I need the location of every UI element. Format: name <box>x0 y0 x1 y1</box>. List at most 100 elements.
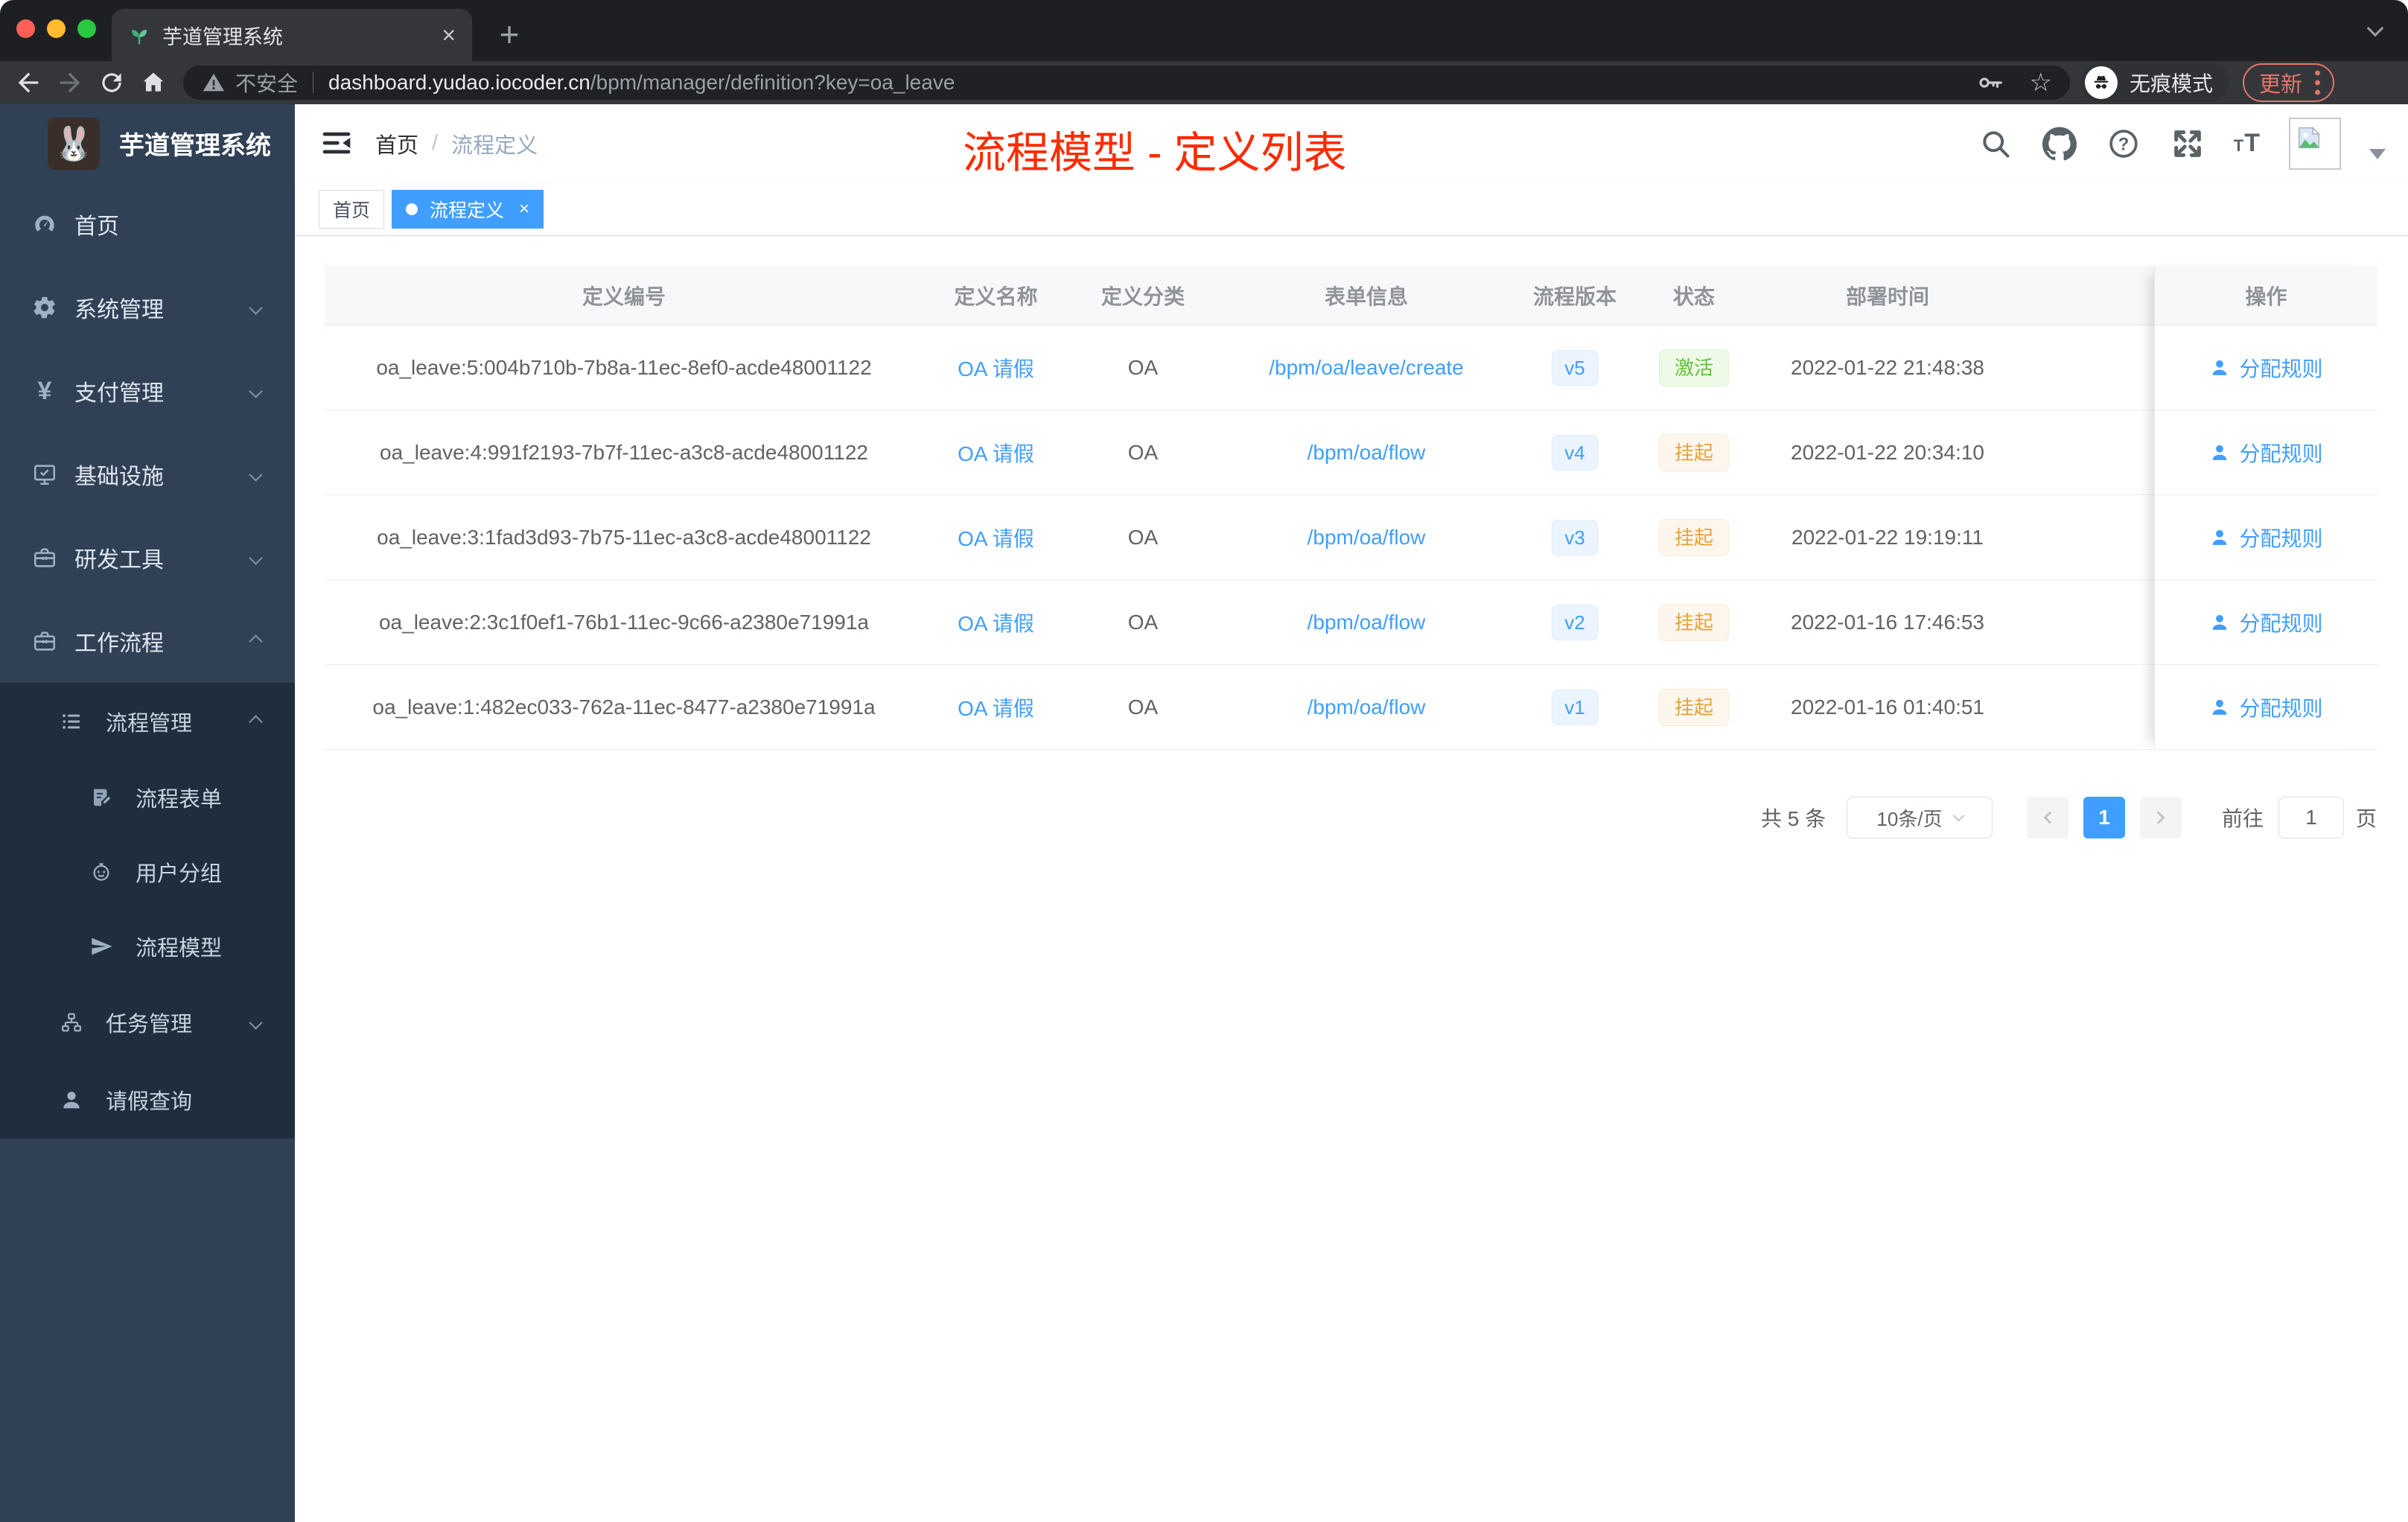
tab-close-icon[interactable]: × <box>442 23 456 47</box>
form-info-link[interactable]: /bpm/oa/flow <box>1307 611 1426 634</box>
assign-rule-button[interactable]: 分配规则 <box>2155 325 2377 410</box>
form-info-link[interactable]: /bpm/oa/flow <box>1307 441 1426 465</box>
app-logo[interactable]: 🐰 芋道管理系统 <box>0 104 295 182</box>
forward-icon[interactable] <box>49 62 91 104</box>
help-icon[interactable]: ? <box>2106 126 2141 162</box>
cell-version: v5 <box>1515 325 1634 410</box>
browser-tab[interactable]: 芋道管理系统 × <box>112 9 472 61</box>
status-badge[interactable]: 挂起 <box>1658 603 1729 641</box>
github-icon[interactable] <box>2042 126 2077 162</box>
sidebar-item-8[interactable]: 用户分组 <box>0 835 295 909</box>
fullscreen-icon[interactable] <box>2170 126 2205 162</box>
incognito-label: 无痕模式 <box>2130 72 2214 95</box>
user-icon <box>57 1088 86 1112</box>
tag-home[interactable]: 首页 <box>319 190 385 229</box>
close-window-icon[interactable] <box>16 19 35 38</box>
maximize-window-icon[interactable] <box>77 19 96 38</box>
assign-rule-label: 分配规则 <box>2239 696 2323 720</box>
cell-filler <box>2022 580 2154 664</box>
reload-icon[interactable] <box>91 62 133 104</box>
assign-rule-label: 分配规则 <box>2239 526 2323 550</box>
sidebar: 🐰 芋道管理系统 首页系统管理 ¥ 支付管理 基础设施 研发工具 工作流程 流程管理 流程表单… <box>0 104 295 1522</box>
kebab-menu-icon[interactable] <box>2314 69 2321 96</box>
cell-status: 激活 <box>1634 325 1754 410</box>
assign-rule-button[interactable]: 分配规则 <box>2155 495 2377 580</box>
cell-category: OA <box>1127 355 1159 379</box>
key-icon[interactable] <box>1976 69 2004 97</box>
table-row: oa_leave:2:3c1f0ef1-76b1-11ec-9c66-a2380… <box>325 580 2377 665</box>
user-menu-caret-icon[interactable] <box>2369 148 2386 159</box>
definition-name-link[interactable]: OA 请假 <box>958 353 1034 383</box>
browser-update-button[interactable]: 更新 <box>2243 63 2335 102</box>
hamburger-icon[interactable] <box>320 127 353 159</box>
toolbox-icon <box>30 545 60 570</box>
assign-rule-button[interactable]: 分配规则 <box>2155 665 2377 750</box>
breadcrumb-separator: / <box>432 131 439 155</box>
cell-definition-name: OA 请假 <box>923 580 1068 664</box>
sidebar-item-9[interactable]: 流程模型 <box>0 909 295 984</box>
status-badge[interactable]: 挂起 <box>1658 518 1729 556</box>
breadcrumb-home[interactable]: 首页 <box>375 128 418 159</box>
tag-close-icon[interactable]: × <box>519 199 529 220</box>
sidebar-item-7[interactable]: 流程表单 <box>0 760 295 835</box>
next-page-button[interactable] <box>2140 797 2182 838</box>
form-icon <box>86 786 116 809</box>
cell-definition-name: OA 请假 <box>923 410 1068 494</box>
window-controls[interactable] <box>16 19 96 38</box>
monitor-icon <box>30 462 60 487</box>
goto-label: 前往 <box>2222 807 2264 830</box>
sidebar-item-0[interactable]: 首页 <box>0 182 295 266</box>
sidebar-item-11[interactable]: 请假查询 <box>0 1061 295 1139</box>
prev-page-button[interactable] <box>2027 797 2068 838</box>
page-number-1[interactable]: 1 <box>2083 797 2125 838</box>
sidebar-item-label: 系统管理 <box>74 298 164 322</box>
font-size-icon[interactable]: TT <box>2234 129 2261 158</box>
cell-status: 挂起 <box>1634 495 1754 579</box>
sidebar-item-3[interactable]: 基础设施 <box>0 433 295 516</box>
breadcrumb: 首页 / 流程定义 <box>375 104 538 182</box>
goto-page-input[interactable]: 1 <box>2278 797 2344 838</box>
definition-name-link[interactable]: OA 请假 <box>958 523 1034 553</box>
assign-rule-label: 分配规则 <box>2239 442 2323 465</box>
security-label[interactable]: 不安全 <box>235 68 298 98</box>
definition-name-link[interactable]: OA 请假 <box>958 692 1034 722</box>
sidebar-item-1[interactable]: 系统管理 <box>0 266 295 349</box>
assign-rule-button[interactable]: 分配规则 <box>2155 580 2377 665</box>
status-badge[interactable]: 挂起 <box>1658 688 1729 726</box>
cell-definition-id: oa_leave:1:482ec033-762a-11ec-8477-a2380… <box>372 695 876 719</box>
definition-name-link[interactable]: OA 请假 <box>958 608 1034 637</box>
tag-process-definition[interactable]: 流程定义 × <box>392 190 544 229</box>
tag-active-dot <box>406 203 418 215</box>
cell-filler <box>2022 410 2154 494</box>
new-tab-button[interactable]: + <box>485 10 533 58</box>
minimize-window-icon[interactable] <box>47 19 66 38</box>
sidebar-item-10[interactable]: 任务管理 <box>0 984 295 1061</box>
tags-view-bar: 首页 流程定义 × <box>295 182 2408 236</box>
home-icon[interactable] <box>133 62 174 104</box>
status-badge[interactable]: 激活 <box>1658 348 1729 386</box>
cell-filler <box>2022 325 2154 410</box>
sidebar-item-2[interactable]: ¥ 支付管理 <box>0 349 295 433</box>
form-info-link[interactable]: /bpm/oa/flow <box>1307 695 1426 719</box>
version-badge: v4 <box>1552 434 1598 471</box>
update-label[interactable]: 更新 <box>2259 67 2302 98</box>
url-bar[interactable]: 不安全 dashboard.yudao.iocoder.cn/bpm/manag… <box>183 66 2070 100</box>
sidebar-item-5[interactable]: 工作流程 <box>0 599 295 683</box>
screen: 芋道管理系统 × + 不安全 dashboard.yudao.iocoder.c… <box>0 0 2408 1522</box>
cell-version: v4 <box>1515 410 1634 494</box>
assign-rule-button[interactable]: 分配规则 <box>2155 410 2377 495</box>
back-icon[interactable] <box>7 62 49 104</box>
form-info-link[interactable]: /bpm/oa/leave/create <box>1269 356 1464 380</box>
search-icon[interactable] <box>1978 126 2013 162</box>
sidebar-item-4[interactable]: 研发工具 <box>0 516 295 599</box>
cell-status: 挂起 <box>1634 665 1754 749</box>
form-info-link[interactable]: /bpm/oa/flow <box>1307 526 1426 550</box>
avatar[interactable] <box>2289 117 2341 170</box>
cell-definition-name: OA 请假 <box>923 665 1068 749</box>
definition-name-link[interactable]: OA 请假 <box>958 438 1034 468</box>
sidebar-item-6[interactable]: 流程管理 <box>0 683 295 760</box>
bookmark-star-icon[interactable]: ☆ <box>2030 70 2052 95</box>
tab-search-chevron-icon[interactable] <box>2366 19 2384 38</box>
status-badge[interactable]: 挂起 <box>1658 433 1729 471</box>
page-size-select[interactable]: 10条/页 <box>1847 797 1993 838</box>
